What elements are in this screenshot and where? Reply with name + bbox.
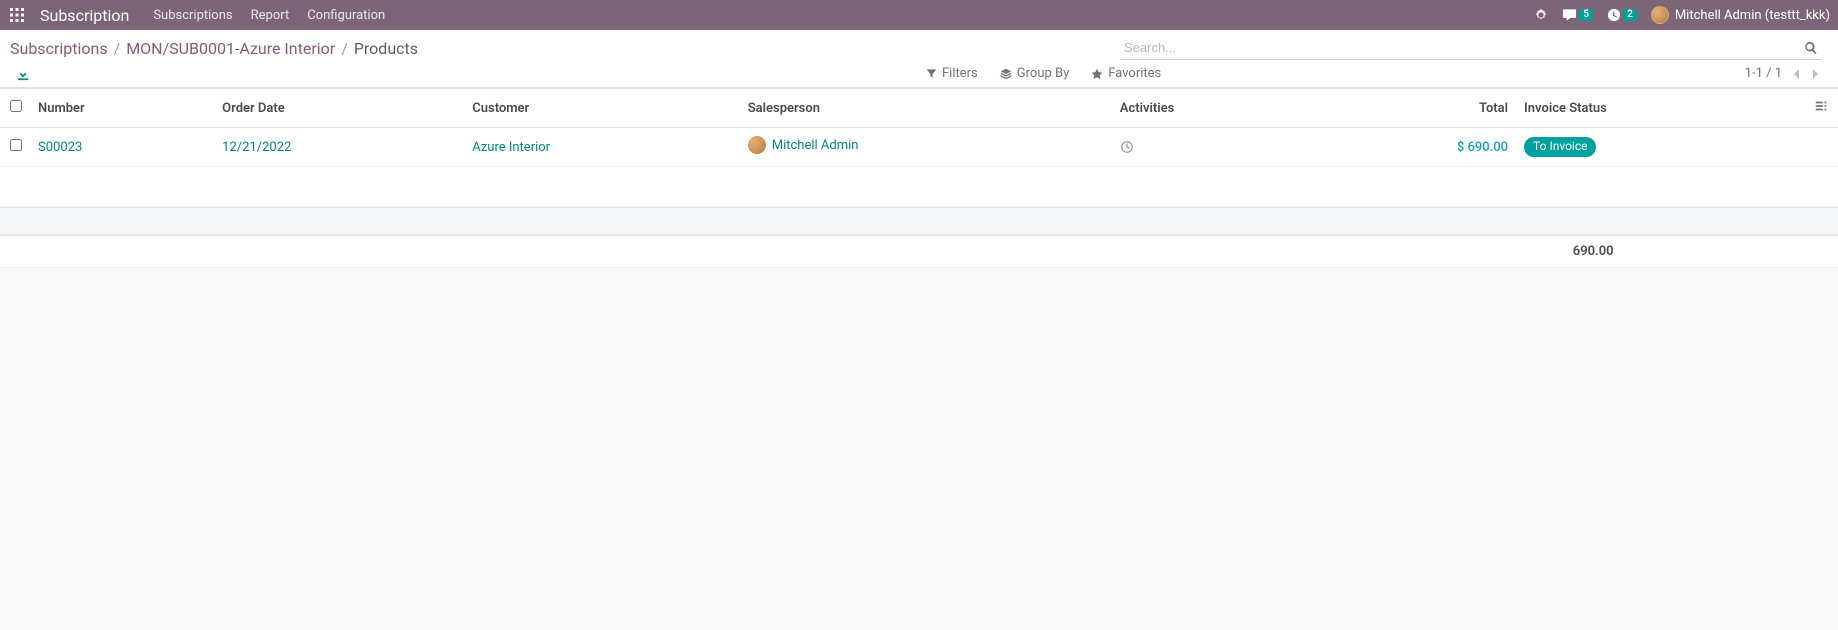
- col-salesperson[interactable]: Salesperson: [740, 89, 1112, 128]
- search-box[interactable]: [1120, 36, 1822, 60]
- breadcrumb-record[interactable]: MON/SUB0001-Azure Interior: [126, 39, 335, 58]
- apps-icon[interactable]: [8, 6, 26, 24]
- cell-customer[interactable]: Azure Interior: [472, 140, 550, 155]
- table-row[interactable]: S00023 12/21/2022 Azure Interior Mitchel…: [0, 128, 1838, 167]
- messages-badge: 5: [1579, 9, 1593, 21]
- user-menu[interactable]: Mitchell Admin (testtt_kkk): [1651, 6, 1830, 24]
- col-total[interactable]: Total: [1319, 89, 1516, 128]
- col-invoice-status[interactable]: Invoice Status: [1516, 89, 1806, 128]
- filter-icon: [926, 68, 937, 79]
- search-icon[interactable]: [1804, 41, 1818, 55]
- cell-order-date[interactable]: 12/21/2022: [222, 140, 291, 155]
- user-name-label: Mitchell Admin (testtt_kkk): [1675, 8, 1830, 23]
- breadcrumb-separator: /: [341, 39, 348, 58]
- user-avatar-icon: [1651, 6, 1669, 24]
- nav-menu-configuration[interactable]: Configuration: [307, 8, 385, 23]
- pager-text: 1-1 / 1: [1745, 66, 1782, 81]
- filters-label: Filters: [942, 66, 978, 81]
- debug-icon[interactable]: [1534, 8, 1548, 22]
- activities-icon[interactable]: 2: [1607, 8, 1637, 22]
- export-icon[interactable]: [16, 67, 30, 81]
- spacer-row: [0, 167, 1838, 207]
- col-order-date[interactable]: Order Date: [214, 89, 464, 128]
- breadcrumb-current: Products: [354, 39, 418, 58]
- groupby-label: Group By: [1017, 66, 1070, 81]
- app-title: Subscription: [40, 6, 129, 25]
- list-view: Number Order Date Customer Salesperson A…: [0, 88, 1838, 268]
- favorites-label: Favorites: [1108, 66, 1161, 81]
- pager-prev[interactable]: [1790, 68, 1802, 80]
- invoice-status-badge: To Invoice: [1524, 137, 1596, 157]
- control-panel: Subscriptions / MON/SUB0001-Azure Interi…: [0, 30, 1838, 88]
- footer-total: 690.00: [960, 236, 1622, 268]
- cell-salesperson[interactable]: Mitchell Admin: [772, 138, 859, 153]
- cell-total: $ 690.00: [1457, 140, 1508, 155]
- breadcrumb-subscriptions[interactable]: Subscriptions: [10, 39, 108, 58]
- pager: 1-1 / 1: [1745, 66, 1822, 81]
- favorites-button[interactable]: Favorites: [1091, 66, 1161, 81]
- col-activities[interactable]: Activities: [1112, 89, 1319, 128]
- messages-icon[interactable]: 5: [1562, 8, 1593, 22]
- activity-clock-icon[interactable]: [1120, 140, 1311, 154]
- select-all-checkbox[interactable]: [10, 100, 22, 112]
- cell-number[interactable]: S00023: [38, 140, 82, 155]
- table-header-row: Number Order Date Customer Salesperson A…: [0, 89, 1838, 128]
- col-number[interactable]: Number: [30, 89, 214, 128]
- salesperson-avatar-icon: [748, 136, 766, 154]
- activities-badge: 2: [1623, 9, 1637, 21]
- groupby-button[interactable]: Group By: [1000, 66, 1070, 81]
- group-band: [0, 207, 1838, 235]
- nav-menu: Subscriptions Report Configuration: [153, 8, 385, 23]
- totals-row: 690.00: [0, 236, 1838, 268]
- pager-next[interactable]: [1810, 68, 1822, 80]
- row-checkbox[interactable]: [10, 139, 22, 151]
- col-customer[interactable]: Customer: [464, 89, 739, 128]
- search-input[interactable]: [1124, 40, 1804, 55]
- breadcrumb-separator: /: [114, 39, 121, 58]
- columns-settings-icon[interactable]: [1814, 102, 1828, 117]
- nav-menu-report[interactable]: Report: [251, 8, 290, 23]
- star-icon: [1091, 68, 1103, 80]
- layers-icon: [1000, 68, 1012, 80]
- breadcrumb: Subscriptions / MON/SUB0001-Azure Interi…: [10, 39, 418, 58]
- filters-button[interactable]: Filters: [926, 66, 978, 81]
- top-navbar: Subscription Subscriptions Report Config…: [0, 0, 1838, 30]
- nav-menu-subscriptions[interactable]: Subscriptions: [153, 8, 232, 23]
